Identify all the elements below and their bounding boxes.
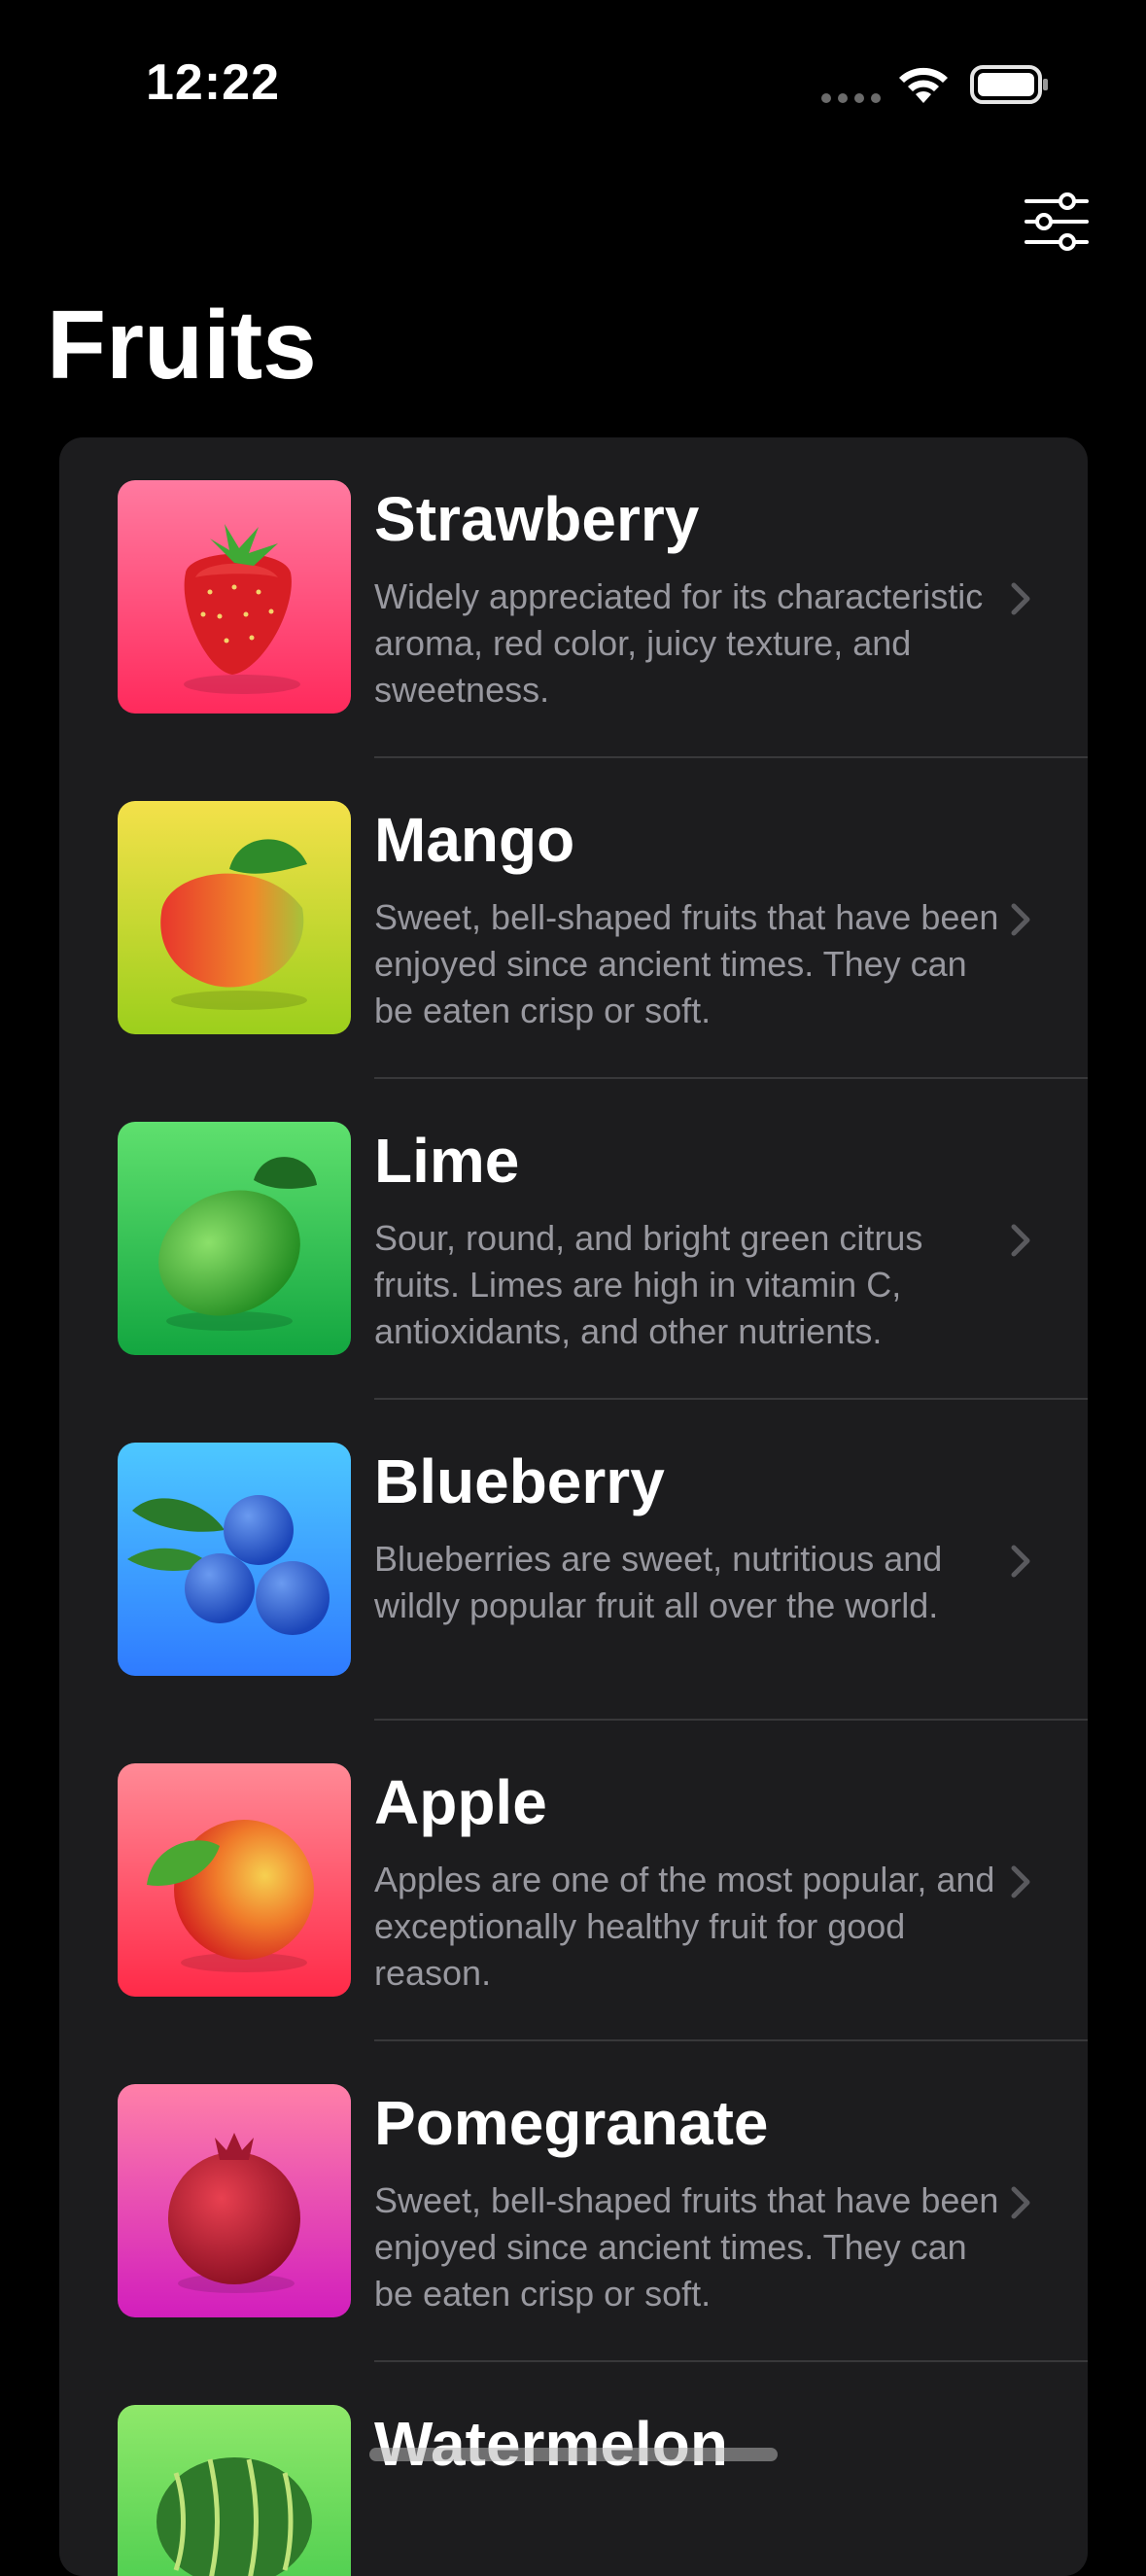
fruit-description: Sour, round, and bright green citrus fru… bbox=[374, 1218, 923, 1351]
chevron-right-icon bbox=[1011, 1224, 1030, 1257]
fruit-description: Sweet, bell-shaped fruits that have been… bbox=[374, 2180, 999, 2314]
fruit-description: Sweet, bell-shaped fruits that have been… bbox=[374, 897, 999, 1030]
fruit-title: Watermelon bbox=[374, 2409, 728, 2479]
chevron-right-icon bbox=[1011, 1545, 1030, 1578]
fruit-description: Blueberries are sweet, nutritious and wi… bbox=[374, 1539, 943, 1625]
blueberry-icon bbox=[118, 1443, 351, 1676]
fruit-row-lime[interactable]: Lime Sour, round, and bright green citru… bbox=[59, 1079, 1088, 1400]
fruit-title: Strawberry bbox=[374, 484, 700, 554]
fruit-list: Strawberry Widely appreciated for its ch… bbox=[59, 437, 1088, 2576]
fruit-row-mango[interactable]: Mango Sweet, bell-shaped fruits that hav… bbox=[59, 758, 1088, 1079]
home-indicator[interactable] bbox=[369, 2448, 778, 2461]
pomegranate-icon bbox=[118, 2084, 351, 2317]
status-bar: 12:22 bbox=[0, 0, 1146, 146]
fruit-title: Blueberry bbox=[374, 1446, 665, 1516]
chevron-right-icon bbox=[1011, 903, 1030, 936]
fruit-title: Pomegranate bbox=[374, 2088, 769, 2158]
page-title: Fruits bbox=[47, 291, 317, 400]
fruit-row-apple[interactable]: Apple Apples are one of the most popular… bbox=[59, 1721, 1088, 2041]
sliders-icon[interactable] bbox=[1023, 190, 1094, 254]
fruit-title: Apple bbox=[374, 1767, 547, 1837]
strawberry-icon bbox=[118, 480, 351, 714]
fruit-row-watermelon[interactable]: Watermelon bbox=[59, 2362, 1088, 2576]
fruit-row-strawberry[interactable]: Strawberry Widely appreciated for its ch… bbox=[59, 437, 1088, 758]
fruit-description: Apples are one of the most popular, and … bbox=[374, 1860, 995, 1993]
apple-icon bbox=[118, 1763, 351, 1997]
lime-icon bbox=[118, 1122, 351, 1355]
fruit-description: Widely appreciated for its characteristi… bbox=[374, 576, 984, 710]
wifi-icon bbox=[899, 67, 948, 103]
chevron-right-icon bbox=[1011, 1865, 1030, 1898]
status-time: 12:22 bbox=[146, 54, 280, 111]
battery-icon bbox=[970, 65, 1048, 104]
fruit-row-blueberry[interactable]: Blueberry Blueberries are sweet, nutriti… bbox=[59, 1400, 1088, 1721]
fruit-title: Mango bbox=[374, 805, 575, 875]
mango-icon bbox=[118, 801, 351, 1034]
fruit-row-pomegranate[interactable]: Pomegranate Sweet, bell-shaped fruits th… bbox=[59, 2041, 1088, 2362]
chevron-right-icon bbox=[1011, 2186, 1030, 2219]
chevron-right-icon bbox=[1011, 582, 1030, 615]
fruit-title: Lime bbox=[374, 1126, 520, 1196]
watermelon-icon bbox=[118, 2405, 351, 2576]
cellular-signal-icon bbox=[821, 93, 881, 103]
